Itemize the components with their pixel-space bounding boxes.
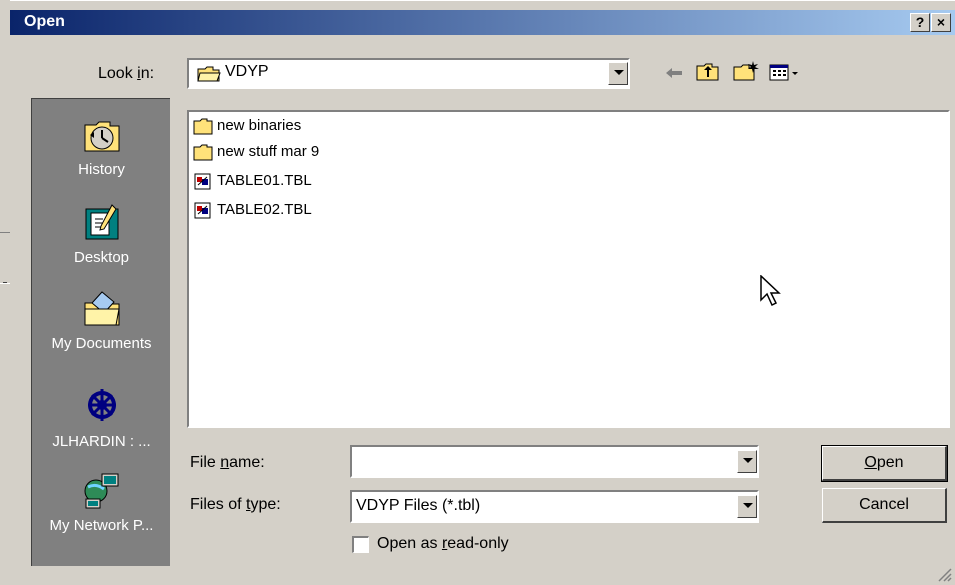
table-file-icon xyxy=(194,202,211,219)
new-folder-icon[interactable] xyxy=(733,60,761,82)
title-bar[interactable]: Open ? × xyxy=(10,10,955,35)
place-label: JLHARDIN : ... xyxy=(52,433,151,450)
file-name: new stuff mar 9 xyxy=(217,143,320,160)
open-button[interactable]: Open xyxy=(821,445,948,482)
file-type-select[interactable]: VDYP Files (*.tbl) xyxy=(350,490,759,523)
place-history[interactable]: History xyxy=(32,115,171,195)
place-label: History xyxy=(78,161,125,178)
file-type-dropdown-button[interactable] xyxy=(737,495,757,518)
help-button[interactable]: ? xyxy=(910,13,930,32)
folder-icon xyxy=(193,144,213,161)
place-network-drive[interactable]: JLHARDIN : ... xyxy=(32,387,171,467)
close-button[interactable]: × xyxy=(931,13,951,32)
background-window-edge xyxy=(0,0,10,585)
view-menu-icon[interactable] xyxy=(769,63,801,83)
network-places-icon xyxy=(84,473,118,509)
up-folder-icon[interactable] xyxy=(696,62,720,82)
history-icon xyxy=(84,121,119,152)
file-name: TABLE01.TBL xyxy=(217,172,312,189)
places-bar: History Desktop My Documents JLHARDIN : … xyxy=(31,98,170,566)
file-name: TABLE02.TBL xyxy=(217,201,312,218)
file-type-label: Files of type: xyxy=(190,496,281,513)
read-only-label[interactable]: Open as read-only xyxy=(377,535,509,553)
place-network-places[interactable]: My Network P... xyxy=(32,471,171,551)
file-name-label: File name: xyxy=(190,454,265,471)
background-tick xyxy=(3,282,7,283)
look-in-value: VDYP xyxy=(225,63,269,80)
look-in-dropdown-button[interactable] xyxy=(608,62,628,85)
cancel-button[interactable]: Cancel xyxy=(822,488,947,523)
desktop-icon xyxy=(85,204,118,240)
folder-icon xyxy=(193,118,213,135)
look-in-label: Look in: xyxy=(98,65,155,82)
mouse-cursor-icon xyxy=(760,275,781,307)
file-type-value: VDYP Files (*.tbl) xyxy=(356,497,481,514)
look-in-select[interactable]: VDYP xyxy=(187,58,630,89)
place-desktop[interactable]: Desktop xyxy=(32,203,171,283)
network-drive-icon xyxy=(87,389,116,421)
place-label: My Network P... xyxy=(49,517,154,534)
file-name-dropdown-button[interactable] xyxy=(737,450,757,473)
open-folder-icon xyxy=(197,66,221,82)
place-label: My Documents xyxy=(51,335,152,352)
resize-grip-icon[interactable] xyxy=(935,565,953,583)
table-file-icon xyxy=(194,173,211,190)
file-name-input[interactable] xyxy=(350,445,759,478)
read-only-checkbox[interactable] xyxy=(352,536,369,553)
file-name: new binaries xyxy=(217,117,302,134)
my-documents-icon xyxy=(84,291,120,326)
dialog-title: Open xyxy=(24,13,65,30)
place-label: Desktop xyxy=(73,249,130,266)
file-list[interactable]: new binaries new stuff mar 9 TABLE01.TBL… xyxy=(187,110,950,428)
background-divider xyxy=(0,232,10,284)
place-my-documents[interactable]: My Documents xyxy=(32,289,171,369)
back-arrow-icon[interactable] xyxy=(664,66,684,80)
